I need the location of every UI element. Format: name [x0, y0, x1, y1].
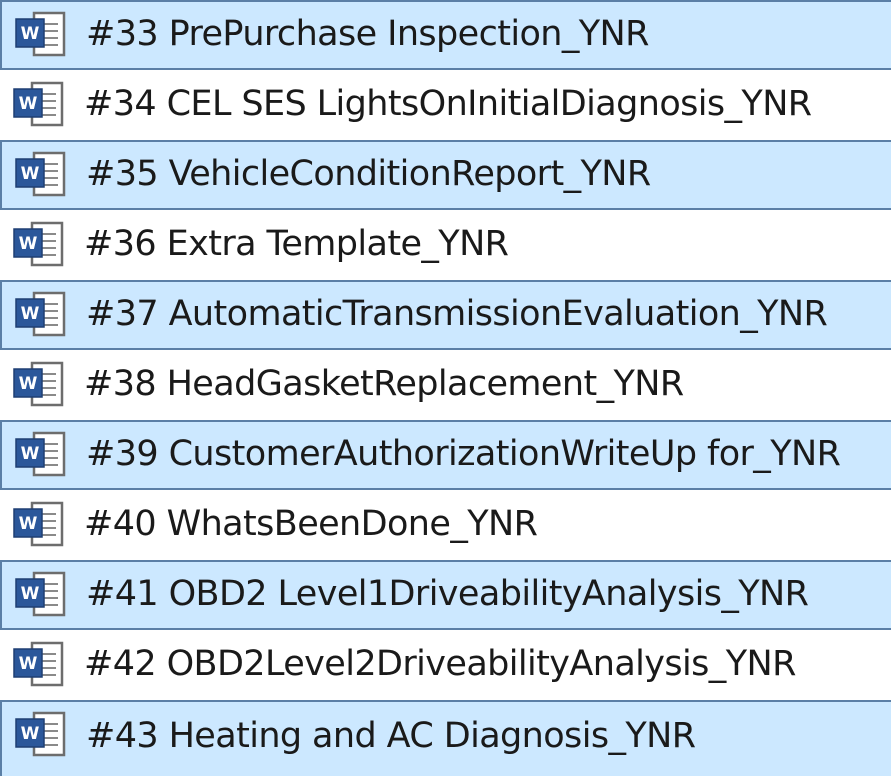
file-name: #40 WhatsBeenDone_YNR	[84, 504, 538, 544]
word-document-icon: W	[10, 220, 68, 270]
file-item[interactable]: W #37 AutomaticTransmissionEvaluation_YN…	[0, 280, 891, 350]
file-item[interactable]: W #39 CustomerAuthorizationWriteUp for_Y…	[0, 420, 891, 490]
file-item[interactable]: W #33 PrePurchase Inspection_YNR	[0, 0, 891, 70]
svg-text:W: W	[21, 444, 40, 464]
svg-text:W: W	[21, 724, 40, 744]
file-item[interactable]: W #35 VehicleConditionReport_YNR	[0, 140, 891, 210]
svg-text:W: W	[21, 164, 40, 184]
svg-text:W: W	[19, 94, 38, 114]
svg-text:W: W	[19, 654, 38, 674]
file-item[interactable]: W #34 CEL SES LightsOnInitialDiagnosis_Y…	[0, 70, 891, 140]
word-document-icon: W	[12, 430, 70, 480]
word-document-icon: W	[12, 290, 70, 340]
file-name: #34 CEL SES LightsOnInitialDiagnosis_YNR	[84, 84, 812, 124]
word-document-icon: W	[12, 570, 70, 620]
word-document-icon: W	[10, 360, 68, 410]
svg-text:W: W	[21, 304, 40, 324]
word-document-icon: W	[10, 640, 68, 690]
word-document-icon: W	[12, 710, 70, 760]
file-name: #36 Extra Template_YNR	[84, 224, 509, 264]
file-list: W #33 PrePurchase Inspection_YNR W #34 C…	[0, 0, 891, 776]
word-document-icon: W	[12, 150, 70, 200]
word-document-icon: W	[12, 10, 70, 60]
svg-text:W: W	[19, 234, 38, 254]
svg-text:W: W	[19, 374, 38, 394]
file-item[interactable]: W #40 WhatsBeenDone_YNR	[0, 490, 891, 560]
file-item[interactable]: W #43 Heating and AC Diagnosis_YNR	[0, 700, 891, 776]
file-name: #39 CustomerAuthorizationWriteUp for_YNR	[86, 434, 841, 474]
file-item[interactable]: W #41 OBD2 Level1DriveabilityAnalysis_YN…	[0, 560, 891, 630]
file-name: #37 AutomaticTransmissionEvaluation_YNR	[86, 294, 828, 334]
file-name: #43 Heating and AC Diagnosis_YNR	[86, 716, 696, 756]
file-name: #41 OBD2 Level1DriveabilityAnalysis_YNR	[86, 574, 809, 614]
file-name: #35 VehicleConditionReport_YNR	[86, 154, 651, 194]
file-name: #42 OBD2Level2DriveabilityAnalysis_YNR	[84, 644, 796, 684]
file-item[interactable]: W #36 Extra Template_YNR	[0, 210, 891, 280]
svg-text:W: W	[21, 24, 40, 44]
word-document-icon: W	[10, 500, 68, 550]
file-name: #38 HeadGasketReplacement_YNR	[84, 364, 684, 404]
word-document-icon: W	[10, 80, 68, 130]
file-item[interactable]: W #42 OBD2Level2DriveabilityAnalysis_YNR	[0, 630, 891, 700]
file-item[interactable]: W #38 HeadGasketReplacement_YNR	[0, 350, 891, 420]
file-name: #33 PrePurchase Inspection_YNR	[86, 14, 649, 54]
svg-text:W: W	[19, 514, 38, 534]
svg-text:W: W	[21, 584, 40, 604]
